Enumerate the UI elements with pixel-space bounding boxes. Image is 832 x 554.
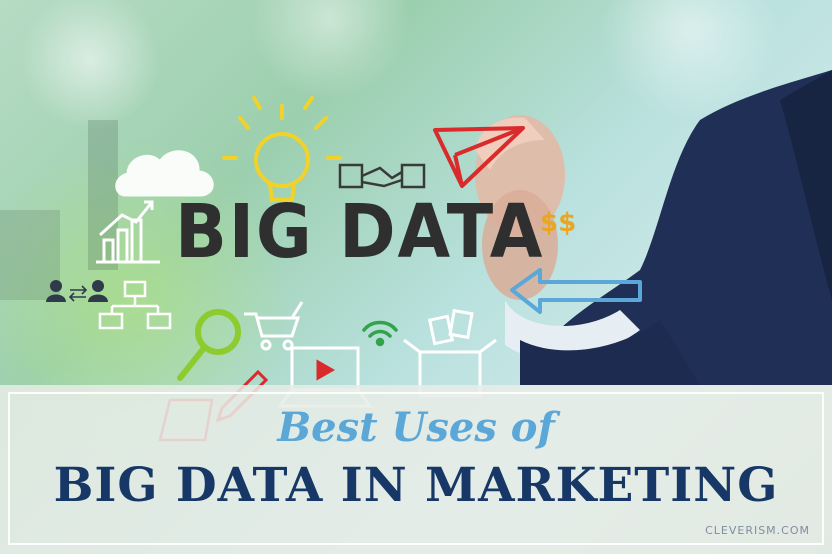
big-data-doodle-text: BIG DATA [175,189,545,275]
watermark: CLEVERISM.COM [705,524,810,537]
shopping-cart-icon [244,301,304,351]
people-transfer-icon [46,280,108,302]
hero-image: BIG DATA $$ Best Uses of BIG DATA IN MAR… [0,0,832,554]
dollar-icon: $$ [540,208,577,238]
main-title: BIG DATA IN MARKETING [53,458,779,513]
wifi-icon [362,320,398,347]
magnifier-icon [177,309,241,381]
box-icon [403,308,497,398]
subtitle: Best Uses of [277,404,555,451]
building-silhouette [0,120,118,300]
flowchart-icon [98,280,172,330]
handshake-icon [338,163,426,189]
